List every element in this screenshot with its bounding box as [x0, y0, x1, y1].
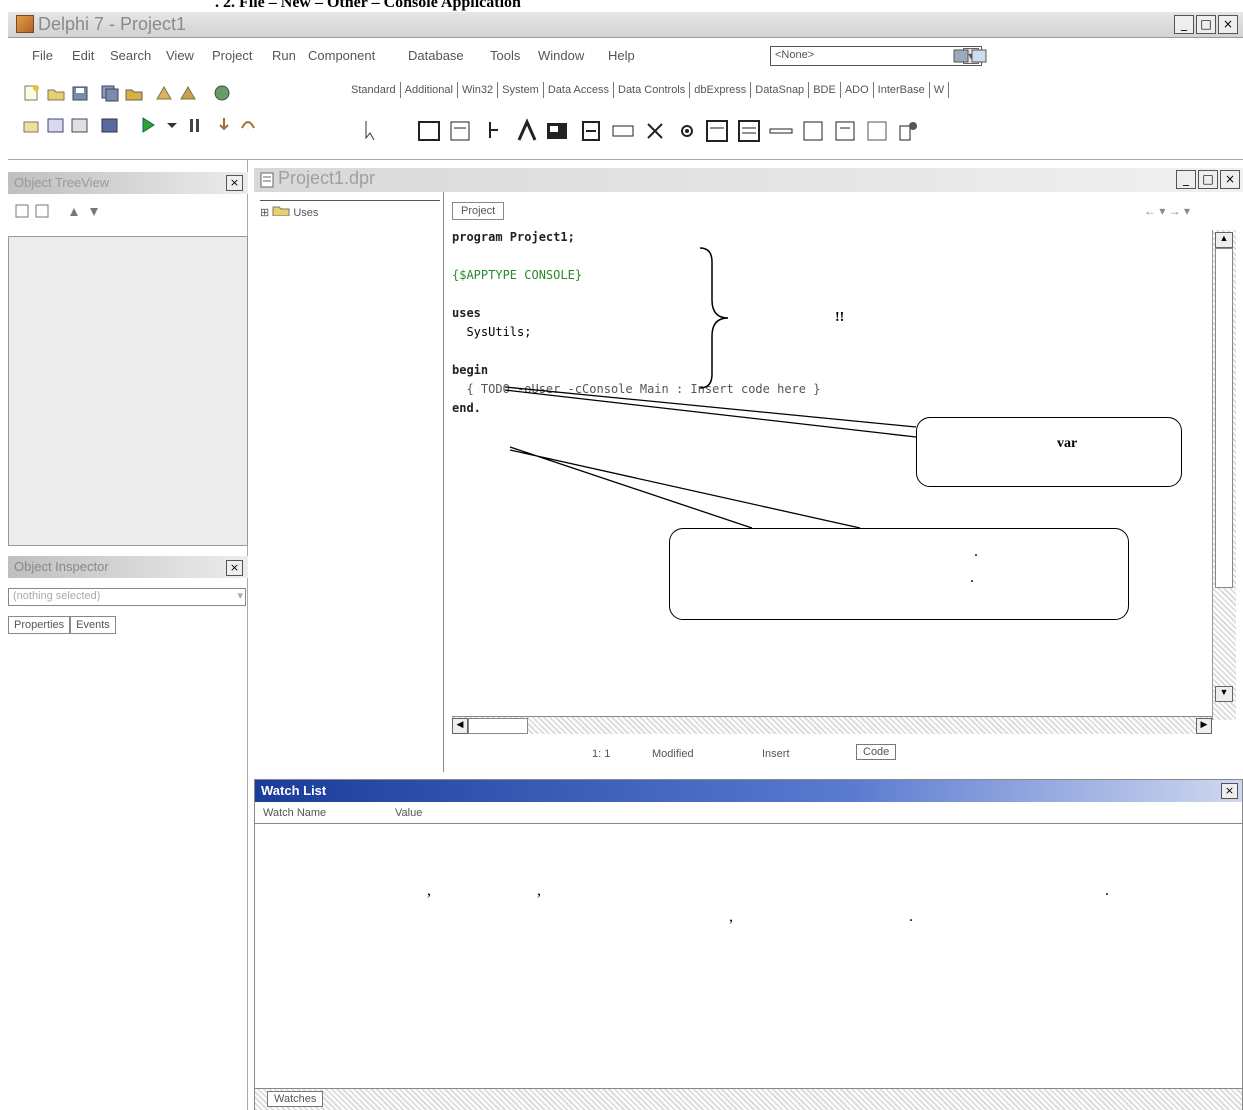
callout-var-text: var: [1057, 436, 1078, 451]
callout-var-pointer: [504, 386, 917, 438]
brace-label: !!: [835, 310, 845, 325]
callout-body: . .: [669, 528, 1129, 620]
callout-body-dot: .: [974, 543, 978, 560]
callout-body-dot: .: [970, 569, 974, 586]
callout-body-pointer: [509, 446, 861, 529]
brace: [699, 247, 729, 389]
callout-var: var: [916, 417, 1182, 487]
